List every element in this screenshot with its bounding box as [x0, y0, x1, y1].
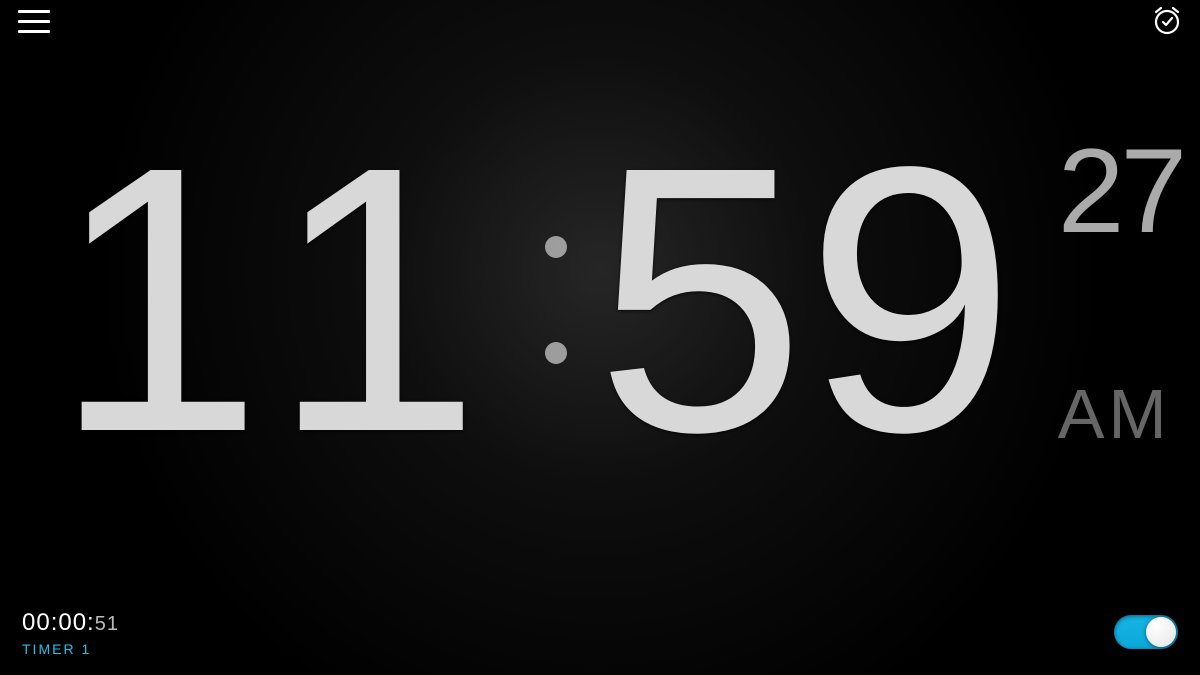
timer-toggle[interactable]: [1114, 615, 1178, 649]
clock-colon: [545, 236, 567, 364]
alarm-icon[interactable]: [1152, 6, 1182, 36]
menu-icon[interactable]: [18, 4, 54, 38]
toggle-knob: [1146, 617, 1176, 647]
clock-app: 11 59 27 AM 00:00:51 TIMER 1: [0, 0, 1200, 675]
timer-label: TIMER 1: [22, 641, 119, 657]
clock-seconds: 27: [1058, 131, 1183, 251]
timer-value: 00:00:51: [22, 609, 119, 637]
clock-minutes: 59: [595, 111, 1015, 489]
clock-display: 11 59 27 AM: [0, 111, 1200, 489]
clock-ampm: AM: [1058, 379, 1183, 449]
clock-hours: 11: [17, 111, 517, 489]
timer-summary[interactable]: 00:00:51 TIMER 1: [22, 609, 119, 657]
